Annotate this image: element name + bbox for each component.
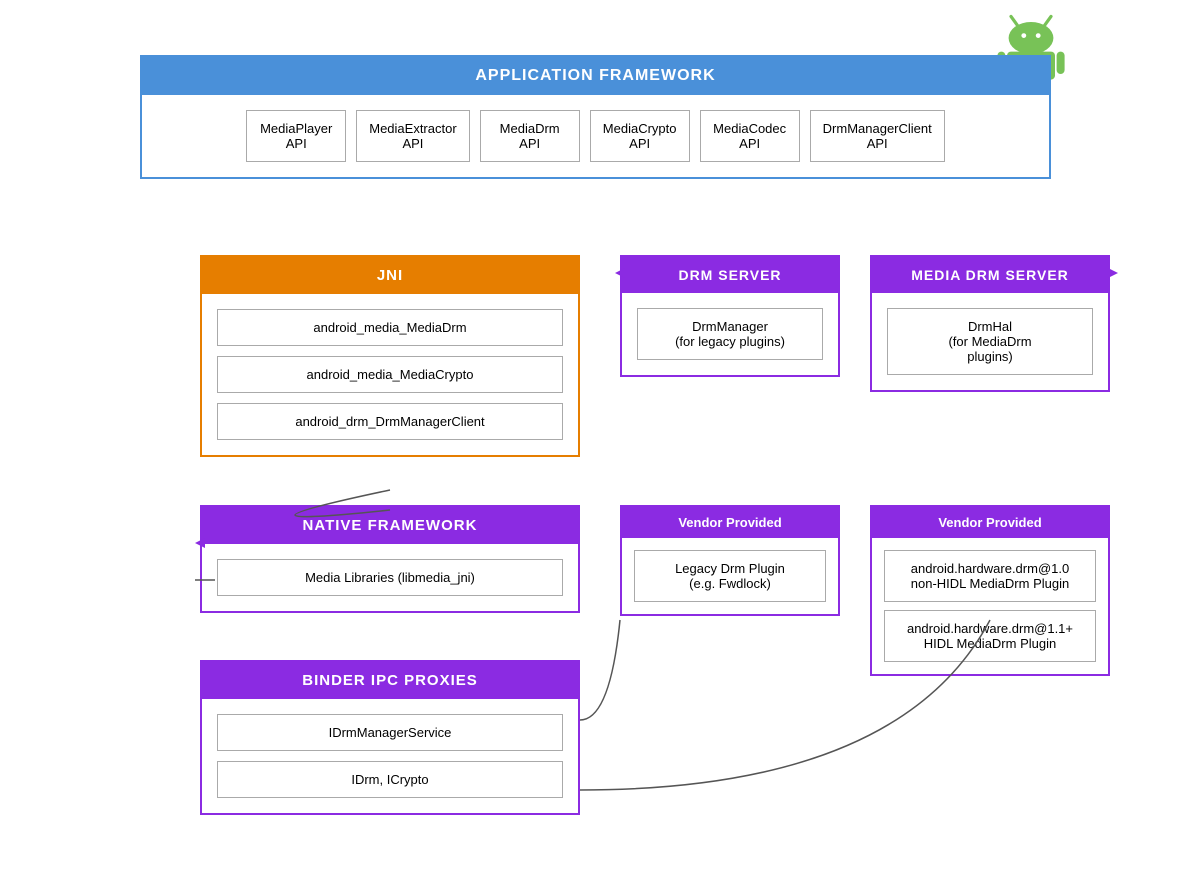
jni-item-1: android_media_MediaDrm <box>217 309 563 346</box>
diagram-container: APPLICATION FRAMEWORK MediaPlayerAPI Med… <box>0 0 1191 890</box>
media-drm-server-item-1: DrmHal(for MediaDrmplugins) <box>887 308 1093 375</box>
drm-server-body: DrmManager(for legacy plugins) <box>622 293 838 375</box>
vendor-2-body: android.hardware.drm@1.0non-HIDL MediaDr… <box>872 538 1108 674</box>
api-box-mediacrypto: MediaCryptoAPI <box>590 110 690 162</box>
vendor-2-item-1: android.hardware.drm@1.0non-HIDL MediaDr… <box>884 550 1096 602</box>
binder-item-1: IDrmManagerService <box>217 714 563 751</box>
binder-ipc-header: BINDER IPC PROXIES <box>202 662 578 699</box>
vendor-2-header: Vendor Provided <box>872 507 1108 538</box>
media-drm-server-block: MEDIA DRM SERVER DrmHal(for MediaDrmplug… <box>870 255 1110 392</box>
api-box-mediadrm: MediaDrmAPI <box>480 110 580 162</box>
vendor-block-2: Vendor Provided android.hardware.drm@1.0… <box>870 505 1110 676</box>
native-item-1: Media Libraries (libmedia_jni) <box>217 559 563 596</box>
drm-server-header: DRM SERVER <box>622 257 838 293</box>
app-framework-header: APPLICATION FRAMEWORK <box>142 57 1049 95</box>
vendor-2-item-2: android.hardware.drm@1.1+HIDL MediaDrm P… <box>884 610 1096 662</box>
jni-item-3: android_drm_DrmManagerClient <box>217 403 563 440</box>
drm-server-item-1: DrmManager(for legacy plugins) <box>637 308 823 360</box>
vendor-1-header: Vendor Provided <box>622 507 838 538</box>
vendor-block-1: Vendor Provided Legacy Drm Plugin(e.g. F… <box>620 505 840 616</box>
native-framework-block: NATIVE FRAMEWORK Media Libraries (libmed… <box>200 505 580 613</box>
app-framework-block: APPLICATION FRAMEWORK MediaPlayerAPI Med… <box>140 55 1051 179</box>
binder-ipc-block: BINDER IPC PROXIES IDrmManagerService ID… <box>200 660 580 815</box>
api-box-mediaextractor: MediaExtractorAPI <box>356 110 469 162</box>
media-drm-server-body: DrmHal(for MediaDrmplugins) <box>872 293 1108 390</box>
drm-server-block: DRM SERVER DrmManager(for legacy plugins… <box>620 255 840 377</box>
api-box-drmmanagerclient: DrmManagerClientAPI <box>810 110 945 162</box>
vendor-1-item-1: Legacy Drm Plugin(e.g. Fwdlock) <box>634 550 826 602</box>
binder-ipc-body: IDrmManagerService IDrm, ICrypto <box>202 699 578 813</box>
native-framework-header: NATIVE FRAMEWORK <box>202 507 578 544</box>
jni-body: android_media_MediaDrm android_media_Med… <box>202 294 578 455</box>
app-framework-body: MediaPlayerAPI MediaExtractorAPI MediaDr… <box>142 95 1049 177</box>
vendor-1-body: Legacy Drm Plugin(e.g. Fwdlock) <box>622 538 838 614</box>
api-box-mediacodec: MediaCodecAPI <box>700 110 800 162</box>
jni-item-2: android_media_MediaCrypto <box>217 356 563 393</box>
native-framework-body: Media Libraries (libmedia_jni) <box>202 544 578 611</box>
api-box-mediaplayer: MediaPlayerAPI <box>246 110 346 162</box>
jni-header: JNI <box>202 257 578 294</box>
binder-item-2: IDrm, ICrypto <box>217 761 563 798</box>
jni-block: JNI android_media_MediaDrm android_media… <box>200 255 580 457</box>
media-drm-server-header: MEDIA DRM SERVER <box>872 257 1108 293</box>
